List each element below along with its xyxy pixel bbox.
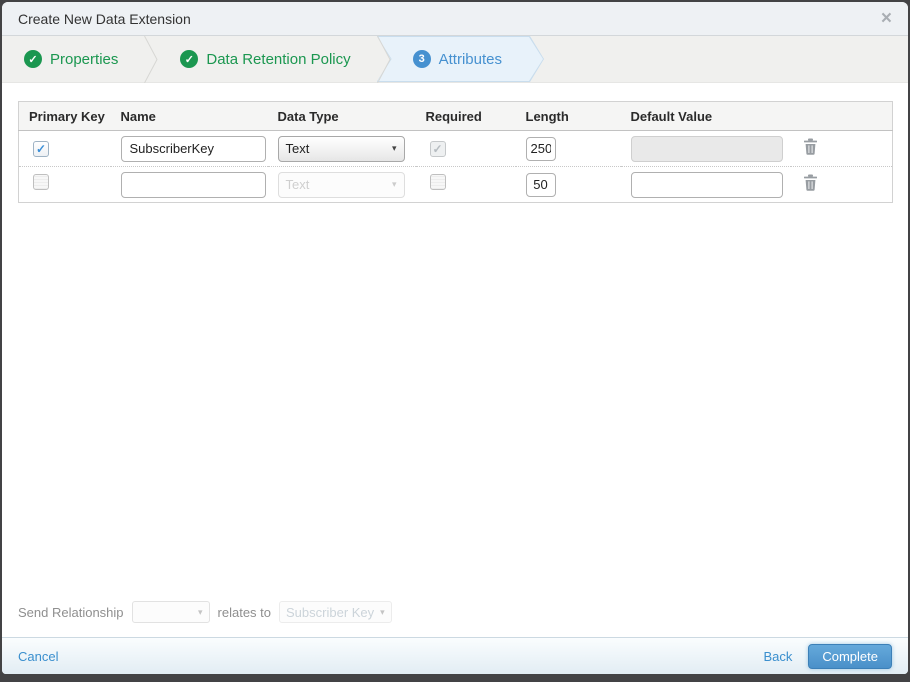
send-relationship-field-select-disabled: ▾: [131, 601, 210, 623]
send-relationship-label: Send Relationship: [18, 604, 124, 620]
wizard-steps: ✓ Properties ✓ Data Retention Policy 3 A…: [2, 36, 908, 83]
attributes-table-header-row: Primary Key Name Data Type Required Leng…: [18, 101, 893, 131]
send-relationship-row: Send Relationship ▾ relates to Subscribe…: [18, 601, 392, 623]
step-properties-label: Properties: [50, 50, 119, 68]
relates-to-label: relates to: [217, 604, 272, 620]
back-link[interactable]: Back: [763, 649, 792, 664]
step-complete-check-icon: ✓: [180, 50, 199, 68]
trash-icon[interactable]: [803, 174, 818, 196]
step-attributes[interactable]: 3 Attributes: [377, 36, 544, 82]
column-header-actions: [790, 101, 893, 131]
column-header-required: Required: [415, 101, 516, 131]
close-icon[interactable]: ×: [881, 9, 892, 28]
required-checkbox[interactable]: [429, 174, 446, 190]
required-checkbox-disabled: ✓: [429, 140, 446, 157]
default-value-input-disabled: [630, 135, 783, 162]
primary-key-checkbox[interactable]: [33, 174, 49, 190]
dialog-content: Primary Key Name Data Type Required Leng…: [2, 83, 908, 637]
dialog-footer: Cancel Back Complete: [2, 637, 908, 674]
name-input[interactable]: [120, 171, 266, 198]
column-header-name: Name: [110, 101, 268, 131]
dialog-title: Create New Data Extension: [18, 10, 191, 27]
complete-button[interactable]: Complete: [808, 643, 892, 669]
primary-key-checkbox[interactable]: ✓: [33, 140, 49, 157]
relates-to-target-select-disabled: Subscriber Key ▾: [279, 601, 392, 623]
step-attributes-label: Attributes: [438, 50, 502, 68]
step-complete-check-icon: ✓: [24, 50, 42, 68]
column-header-default-value: Default Value: [620, 101, 791, 131]
length-input[interactable]: [525, 136, 556, 161]
column-header-primary-key: Primary Key: [18, 101, 111, 131]
chevron-down-icon: ▾: [391, 179, 397, 189]
attribute-row-subscriberkey: ✓ Text ▾ ✓: [18, 130, 893, 167]
name-input[interactable]: [120, 135, 266, 162]
data-type-select[interactable]: Text ▾: [277, 135, 405, 162]
step-data-retention-policy-label: Data Retention Policy: [206, 50, 351, 68]
attribute-row-empty: Text ▾: [19, 167, 893, 203]
step-number-badge: 3: [412, 50, 431, 68]
create-data-extension-dialog: Create New Data Extension × ✓ Properties…: [2, 2, 908, 674]
length-input[interactable]: [525, 172, 556, 197]
step-properties[interactable]: ✓ Properties: [2, 36, 144, 82]
default-value-input[interactable]: [630, 171, 783, 198]
dialog-titlebar: Create New Data Extension ×: [2, 2, 908, 36]
column-header-length: Length: [515, 101, 621, 131]
cancel-link[interactable]: Cancel: [18, 649, 58, 664]
data-type-select-disabled: Text ▾: [277, 171, 405, 198]
trash-icon[interactable]: [803, 138, 818, 160]
chevron-down-icon: ▾: [380, 606, 385, 617]
step-separator-chevron-icon: [376, 36, 391, 83]
attributes-table: Primary Key Name Data Type Required Leng…: [18, 101, 893, 203]
step-data-retention-policy[interactable]: ✓ Data Retention Policy: [158, 36, 376, 82]
chevron-down-icon: ▾: [391, 143, 397, 153]
column-header-data-type: Data Type: [267, 101, 416, 131]
chevron-down-icon: ▾: [198, 606, 203, 617]
step-separator-chevron-icon: [144, 36, 158, 83]
